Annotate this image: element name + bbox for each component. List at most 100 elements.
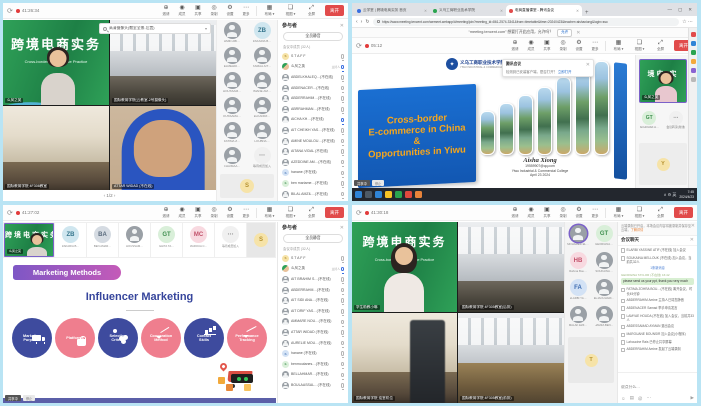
participant-row[interactable]: ABDERRAHM…(不在线): [278, 285, 348, 296]
mic-icon[interactable]: [341, 298, 344, 303]
system-tray-icons[interactable]: ∧ ⚙ 英: [664, 192, 677, 198]
mic-icon[interactable]: [341, 160, 344, 165]
participant-tile[interactable]: ZB ZAKARIA B…: [55, 223, 86, 257]
mic-icon[interactable]: [341, 118, 344, 123]
participant-row[interactable]: ABDELKHALEQ…(不在线): [278, 72, 348, 83]
mic-icon[interactable]: [341, 288, 344, 293]
open-app-link[interactable]: 立即打开: [558, 70, 572, 74]
leave-meeting-button[interactable]: 离开: [325, 207, 344, 218]
file-explorer-icon[interactable]: [385, 191, 392, 198]
back-button[interactable]: ‹: [356, 19, 358, 25]
participant-tile[interactable]: MC MAROUA C…: [183, 223, 214, 257]
mic-icon[interactable]: [341, 139, 344, 144]
mic-icon[interactable]: [341, 96, 344, 101]
participant-thumbnail[interactable]: FATIMA Z…: [217, 122, 247, 147]
refresh-icon[interactable]: ⟳: [7, 209, 13, 217]
browser-tab[interactable]: 义乌工商职业技术学院 ✕: [430, 5, 506, 16]
mic-icon[interactable]: [341, 373, 344, 378]
mic-icon[interactable]: [341, 128, 344, 133]
toolbar-button[interactable]: ⊕邀请: [158, 207, 174, 219]
sidebar-app-icon[interactable]: [691, 59, 696, 64]
toolbar-button[interactable]: ⋯更多: [238, 207, 254, 219]
participant-thumbnail[interactable]: HOUSSAM…: [217, 72, 247, 97]
participant-thumbnail[interactable]: MALAK EZZ…: [565, 306, 591, 333]
mute-all-button[interactable]: 全员静音: [283, 32, 343, 41]
participant-tile[interactable]: HOUSSAM…: [119, 223, 150, 257]
participant-tile-t[interactable]: T: [568, 337, 614, 383]
participant-thumbnail[interactable]: ⋯ 等待成员加入: [247, 147, 277, 172]
participant-row[interactable]: ABRRAHMAN…(不在线): [278, 104, 348, 115]
participant-thumbnail[interactable]: ELMEHDI…: [217, 47, 247, 72]
video-tile-student[interactable]: ATTAR WIDAD (不在线): [110, 106, 216, 191]
window-maximize-button[interactable]: ▢: [678, 7, 682, 13]
toolbar-button[interactable]: ⚙设置: [222, 207, 238, 219]
wechat-icon[interactable]: [395, 191, 402, 198]
participant-thumbnail[interactable]: GT ACHOUAK A…: [637, 111, 661, 129]
participant-thumbnail[interactable]: HAMZA BEN…: [591, 306, 617, 333]
toolbar-button[interactable]: ◎录制: [206, 5, 222, 17]
participant-tile-s[interactable]: S: [247, 223, 275, 257]
mic-icon[interactable]: [341, 277, 344, 282]
browser-icon[interactable]: [405, 191, 412, 198]
participant-tile-y[interactable]: Y: [639, 143, 687, 185]
participant-thumbnail[interactable]: ELKADIRI…: [247, 97, 277, 122]
toolbar-dropdown-button[interactable]: ▦布局 ▾: [608, 207, 629, 219]
sidebar-app-icon[interactable]: [691, 32, 696, 37]
participant-row[interactable]: ABDENACER…(不在线): [278, 83, 348, 94]
video-tile-classroom-front[interactable]: 国际教育学院 4F305教室(前排): [458, 313, 564, 403]
participant-thumbnail[interactable]: CHAIMAA…: [217, 147, 247, 172]
toolbar-button[interactable]: ◉成员: [174, 5, 190, 17]
participant-row[interactable]: AIT CHEIKH YAS…(不在线): [278, 125, 348, 136]
participant-thumbnail[interactable]: HB Rahma Bou…: [565, 252, 591, 279]
toolbar-dropdown-button[interactable]: ▦布局 ▾: [259, 5, 280, 17]
participant-tile-s[interactable]: S: [220, 174, 274, 198]
video-tile-assistant[interactable]: 跨境电商实务 Cross-border E-commerce Practice …: [352, 222, 457, 312]
toolbar-dropdown-button[interactable]: ⤢全屏: [650, 207, 671, 219]
toolbar-dropdown-button[interactable]: ❏视图 ▾: [629, 40, 650, 52]
toolbar-button[interactable]: ◎录制: [555, 40, 571, 52]
participant-row[interactable]: AIT SIDI ANA…(不在线): [278, 295, 348, 306]
close-icon[interactable]: ✕: [586, 62, 590, 68]
participant-row[interactable]: AURELIE MOU…(不在线): [278, 338, 348, 349]
leave-meeting-button[interactable]: 离开: [325, 5, 344, 16]
participant-tile[interactable]: GT GHITA TA…: [151, 223, 182, 257]
participant-row[interactable]: h hanane (不在线): [278, 168, 348, 179]
participant-row[interactable]: AMINE MOULOU…(不在线): [278, 136, 348, 147]
search-icon[interactable]: [365, 191, 372, 198]
url-input[interactable]: https://www.meeting.tencent.com/wemeet-w…: [373, 18, 680, 26]
video-tile-teacher[interactable]: 跨境电商实务 Cross-border E-commerce Practice …: [3, 20, 109, 105]
mic-icon[interactable]: [341, 330, 344, 335]
close-icon[interactable]: ✕: [340, 225, 344, 231]
mic-icon[interactable]: [341, 256, 344, 261]
refresh-icon[interactable]: ⟳: [356, 42, 362, 50]
mini-controls-tooltip[interactable]: [231, 374, 253, 383]
participant-row[interactable]: AZEDDINE AM…(不在线): [278, 157, 348, 168]
participant-thumbnail[interactable]: SOUKAINA…: [591, 252, 617, 279]
toolbar-button[interactable]: ⋯更多: [587, 40, 603, 52]
leave-meeting-button[interactable]: 离开: [674, 207, 693, 218]
participant-thumbnail[interactable]: ASMAA AIT…: [247, 47, 277, 72]
tab-close-icon[interactable]: ✕: [576, 9, 579, 13]
mic-icon[interactable]: [341, 309, 344, 314]
mic-icon[interactable]: [341, 267, 344, 272]
participant-thumbnail[interactable]: FA ELARBI YA…: [565, 279, 591, 306]
speaker-video-tile[interactable]: 境电 实 么凤之英: [639, 59, 687, 103]
toolbar-button[interactable]: ◎录制: [555, 207, 571, 219]
camera-select[interactable]: 高清摄像头(教室全景-后置) ▾: [99, 23, 211, 34]
mention-icon[interactable]: @: [638, 396, 643, 401]
edge-icon[interactable]: [375, 191, 382, 198]
participant-row[interactable]: ABDERRAHIM…(不在线): [278, 93, 348, 104]
mic-icon[interactable]: [341, 362, 344, 367]
participant-row[interactable]: b benmoutanes…(不在线): [278, 359, 348, 370]
mic-icon[interactable]: [341, 351, 344, 356]
mic-icon[interactable]: [341, 171, 344, 176]
sidebar-app-icon[interactable]: [691, 41, 696, 46]
toolbar-button[interactable]: ⋯更多: [238, 5, 254, 17]
emoji-icon[interactable]: ☺: [621, 396, 626, 401]
firefox-icon[interactable]: [415, 191, 422, 198]
learn-more-link[interactable]: 了解详情: [631, 228, 644, 232]
mute-all-button[interactable]: 全员静音: [283, 234, 343, 243]
toolbar-button[interactable]: ⊕邀请: [507, 207, 523, 219]
toolbar-dropdown-button[interactable]: ⤢全屏: [650, 40, 671, 52]
taskbar-clock[interactable]: 7:45 2024/4/23: [679, 190, 694, 198]
